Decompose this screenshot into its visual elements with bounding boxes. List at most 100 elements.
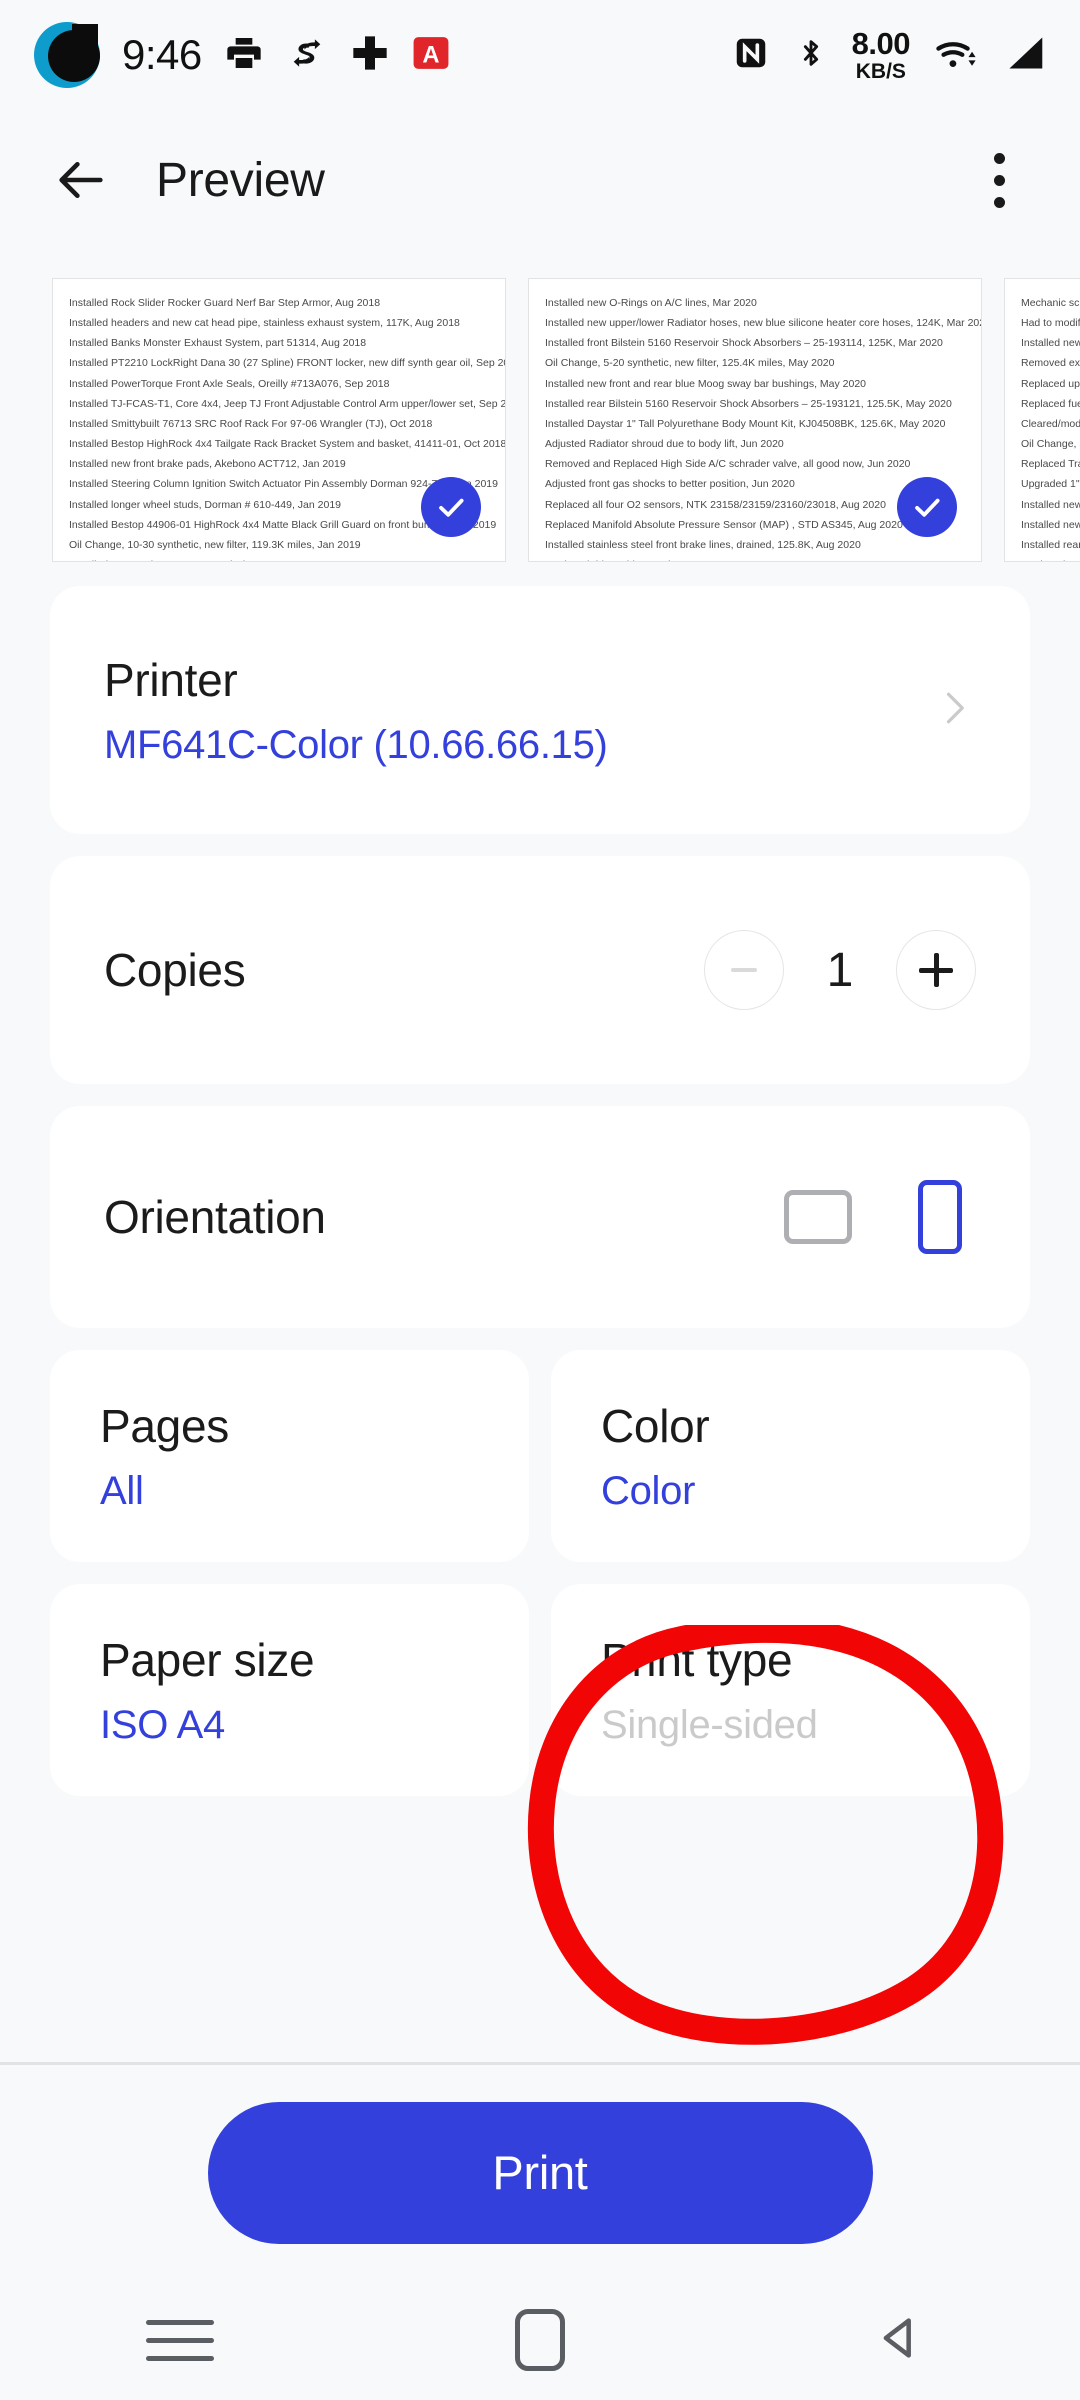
- pages-color-row: Pages All Color Color: [50, 1350, 1030, 1562]
- print-action-bar: Print: [0, 2065, 1080, 2280]
- nav-home-button[interactable]: [360, 2309, 720, 2371]
- thumbnail-text-line: Replaced upp: [1021, 377, 1080, 390]
- thumbnail-text-line: Installed Banks Monster Exhaust System, …: [69, 337, 367, 350]
- network-speed-value: 8.00: [851, 26, 911, 61]
- android-navigation-bar: [0, 2280, 1080, 2400]
- print-type-card[interactable]: Print type Single-sided: [551, 1584, 1030, 1796]
- svg-text:A: A: [422, 41, 439, 68]
- status-bar-right: 8.00 KB/S: [732, 28, 1046, 82]
- thumbnail-text-line: Installed front Bilstein 5160 Reservoir …: [545, 337, 943, 350]
- preview-page-thumbnail[interactable]: Installed new O-Rings on A/C lines, Mar …: [528, 278, 982, 562]
- thumbnail-text-line: Installed new front and rear blue Moog s…: [545, 377, 867, 390]
- copies-row: Copies 1: [50, 856, 1030, 1084]
- thumbnail-text-line: Removed ext: [1021, 357, 1080, 370]
- paper-size-card[interactable]: Paper size ISO A4: [50, 1584, 529, 1796]
- bluetooth-icon: [794, 34, 828, 77]
- chevron-right-icon[interactable]: [932, 686, 976, 735]
- thumbnail-text-line: Oil Change, 5-20 synthetic, new filter, …: [545, 357, 835, 370]
- thumbnail-text-line: Installed new: [1021, 518, 1080, 531]
- wifi-icon: [934, 34, 980, 77]
- app-bar: Preview: [0, 110, 1080, 250]
- home-icon: [515, 2309, 565, 2371]
- cellular-signal-icon: [1004, 34, 1046, 77]
- print-type-value: Single-sided: [601, 1702, 818, 1747]
- overflow-menu-icon[interactable]: [964, 137, 1034, 223]
- thumbnail-text-line: Oil Change, 5: [1021, 438, 1080, 451]
- pages-card[interactable]: Pages All: [50, 1350, 529, 1562]
- thumbnail-text-line: Installed new O-Rings on A/C lines, Mar …: [545, 297, 757, 309]
- thumbnail-text-line: Replaced fue: [1021, 397, 1080, 410]
- paper-size-value: ISO A4: [100, 1702, 225, 1747]
- printer-row[interactable]: Printer MF641C-Color (10.66.66.15): [50, 586, 1030, 834]
- network-speed-unit: KB/S: [855, 60, 906, 83]
- thumbnail-text-line: Installed new front brake pads, Akebono …: [69, 458, 346, 471]
- printer-value: MF641C-Color (10.66.66.15): [104, 722, 608, 767]
- print-settings-sheet: Printer MF641C-Color (10.66.66.15) Copie…: [0, 586, 1080, 1818]
- copies-label: Copies: [104, 944, 246, 996]
- landscape-orientation-icon[interactable]: [784, 1190, 852, 1244]
- thumbnail-text-line: Installed rear: [1021, 538, 1080, 551]
- status-bar-clock: 9:46: [122, 31, 202, 78]
- thumbnail-text-line: Removed and Replaced High Side A/C schra…: [545, 458, 911, 471]
- nav-recents-button[interactable]: [0, 2319, 360, 2361]
- pages-value: All: [100, 1468, 144, 1513]
- a-red-icon: A: [412, 34, 450, 77]
- thumbnail-text-line: Installed TJ-FCAS-T1, Core 4x4, Jeep TJ …: [69, 397, 506, 410]
- preview-page-thumbnail[interactable]: Installed Rock Slider Rocker Guard Nerf …: [52, 278, 506, 562]
- nav-back-icon: [874, 2312, 926, 2369]
- preview-page-thumbnail[interactable]: Mechanic scr Had to modif Installed new …: [1004, 278, 1080, 562]
- thumbnail-text-line: Installed new Anchor 2882 Transmission M…: [69, 555, 489, 561]
- minus-icon: [731, 968, 757, 972]
- print-button[interactable]: Print: [207, 2101, 873, 2244]
- orientation-options: [784, 1180, 976, 1254]
- color-label: Color: [601, 1399, 710, 1452]
- recents-icon: [146, 2319, 214, 2361]
- color-value: Color: [601, 1468, 696, 1513]
- quantity-stepper: 1: [704, 930, 976, 1010]
- thumbnail-text-line: Installed Smittybuilt 76713 SRC Roof Rac…: [69, 417, 433, 430]
- thumbnail-text-line: Replaced Tra: [1021, 458, 1080, 471]
- thumbnail-text-line: Replaced PC: [1021, 555, 1080, 561]
- thumbnail-text-line: Installed PT2210 LockRight Dana 30 (27 S…: [69, 357, 506, 370]
- color-card[interactable]: Color Color: [551, 1350, 1030, 1562]
- preview-thumbnail-strip[interactable]: Installed Rock Slider Rocker Guard Nerf …: [0, 278, 1080, 568]
- circular-app-icon: [34, 22, 100, 88]
- thumbnail-text-line: Installed rear Bilstein 5160 Reservoir S…: [545, 397, 952, 410]
- nav-back-button[interactable]: [720, 2312, 1080, 2369]
- page-title: Preview: [156, 153, 325, 207]
- print-type-label: Print type: [601, 1633, 793, 1686]
- thumbnail-text-line: Installed stainless steel front brake li…: [545, 538, 861, 551]
- copies-increment-button[interactable]: [896, 930, 976, 1010]
- check-circle-icon[interactable]: [421, 477, 481, 537]
- thumbnail-text-line: Installed Daystar 1" Tall Polyurethane B…: [545, 417, 946, 430]
- printer-icon: [224, 33, 264, 78]
- thumbnail-text-line: Upgraded 1" r: [1021, 478, 1080, 491]
- thumbnail-text-line: Oil Change, 10-30 synthetic, new filter,…: [69, 538, 361, 551]
- status-bar-left: 9:46 A: [34, 22, 450, 88]
- thumbnail-text-line: Installed Rock Slider Rocker Guard Nerf …: [69, 297, 381, 309]
- orientation-label: Orientation: [104, 1191, 326, 1243]
- thumbnail-text-line: Installed Bestop HighRock 4x4 Tailgate R…: [69, 438, 506, 451]
- thumbnail-text-line: Adjusted Radiator shroud due to body lif…: [545, 438, 784, 451]
- thumbnail-text-line: Replaced driver side rear tire, Nov 2020: [545, 555, 965, 561]
- thumbnail-text-line: Had to modif: [1021, 317, 1080, 330]
- thumbnail-text-line: Installed PowerTorque Front Axle Seals, …: [69, 377, 390, 390]
- paper-size-label: Paper size: [100, 1633, 315, 1686]
- thumbnail-text-line: Installed new: [1021, 337, 1080, 350]
- thumbnail-text-line: Mechanic scr: [1021, 297, 1080, 309]
- thumbnail-text-line: Installed new upper/lower Radiator hoses…: [545, 317, 982, 330]
- paper-print-type-row: Paper size ISO A4 Print type Single-side…: [50, 1584, 1030, 1796]
- plus-cross-icon: [350, 33, 390, 78]
- back-arrow-icon[interactable]: [46, 145, 116, 215]
- nfc-icon: [732, 34, 770, 77]
- thumbnail-text-line: Installed new: [1021, 498, 1080, 511]
- thumbnail-text-line: Installed headers and new cat head pipe,…: [69, 317, 460, 330]
- orientation-row: Orientation: [50, 1106, 1030, 1328]
- portrait-orientation-icon[interactable]: [918, 1180, 962, 1254]
- s-sync-icon: [286, 32, 328, 79]
- plus-icon: [919, 953, 953, 987]
- copies-value: 1: [826, 943, 854, 997]
- copies-decrement-button[interactable]: [704, 930, 784, 1010]
- check-circle-icon[interactable]: [897, 477, 957, 537]
- pages-label: Pages: [100, 1399, 229, 1452]
